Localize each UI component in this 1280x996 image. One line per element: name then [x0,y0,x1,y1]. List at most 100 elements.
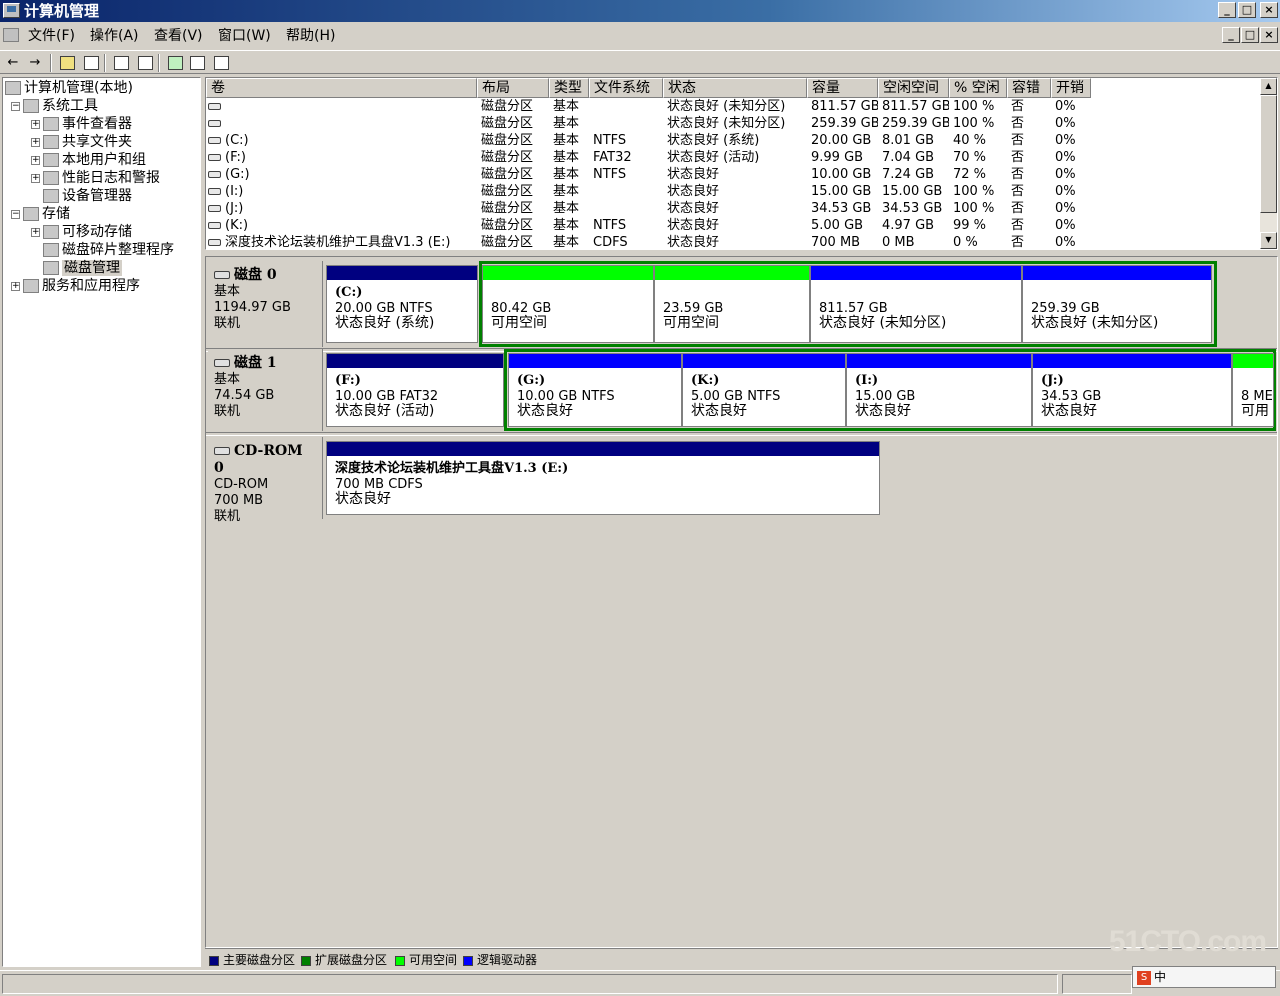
child-close-button[interactable]: × [1260,27,1278,43]
child-restore-button[interactable]: □ [1241,27,1259,43]
volume-row[interactable]: (C:) 磁盘分区 基本 NTFS 状态良好 (系统) 20.00 GB 8.01 GB 40… [206,132,1261,149]
column-header[interactable]: 文件系统 [589,78,663,98]
collapse-icon[interactable]: − [11,209,20,219]
column-header[interactable]: 容量 [807,78,878,98]
tree-item[interactable]: + 服务和应用程序 [11,277,140,295]
ime-mode[interactable]: 中 [1154,970,1166,984]
volume-row[interactable]: (K:) 磁盘分区 基本 NTFS 状态良好 5.00 GB 4.97 GB 99 % 否 0% [206,217,1261,234]
volume-row[interactable]: (F:) 磁盘分区 基本 FAT32 状态良好 (活动) 9.99 GB 7.04 GB 70… [206,149,1261,166]
partition-status: 可用 [1241,403,1269,419]
menu-file[interactable]: 文件(F) [24,27,79,45]
tree-item[interactable]: + 性能日志和警报 [31,169,160,187]
scroll-up-icon[interactable]: ▲ [1260,78,1277,95]
tree-item[interactable]: 磁盘管理 [31,259,122,277]
partition-block[interactable]: 8 ME 可用 [1232,353,1274,427]
column-header[interactable]: 状态 [663,78,807,98]
disk-label[interactable]: 磁盘 1 基本 74.54 GB 联机 [208,349,323,431]
console-tree[interactable]: 计算机管理(本地) − 系统工具 + 事件查看器 + 共享文件夹 + 本地用户和组 + 性能日志和警… [2,77,201,967]
cell-text: 0% [1055,116,1076,131]
vertical-scrollbar[interactable]: ▲ ▼ [1260,78,1277,249]
partition-block[interactable]: 深度技术论坛装机维护工具盘V1.3 (E:) 700 MB CDFS 状态良好 [326,441,880,515]
volume-row[interactable]: 深度技术论坛装机维护工具盘V1.3 (E:) 磁盘分区 基本 CDFS 状态良好 700 … [206,234,1261,250]
volume-row[interactable]: (J:) 磁盘分区 基本 状态良好 34.53 GB 34.53 GB 100 % 否 0% [206,200,1261,217]
forward-arrow-icon[interactable]: → [24,53,46,73]
disk-label[interactable]: CD-ROM 0 CD-ROM 700 MB 联机 [208,437,323,524]
partition-block[interactable]: (C:) 20.00 GB NTFS 状态良好 (系统) [326,265,478,343]
disk-label[interactable]: 磁盘 0 基本 1194.97 GB 联机 [208,261,323,347]
volume-row[interactable]: 磁盘分区 基本 状态良好 (未知分区) 259.39 GB 259.39 GB 100 %… [206,115,1261,132]
partition-block[interactable]: 811.57 GB 状态良好 (未知分区) [810,265,1022,343]
menu-action[interactable]: 操作(A) [86,27,143,45]
column-header[interactable]: 布局 [477,78,549,98]
partition-block[interactable]: 23.59 GB 可用空间 [654,265,810,343]
volume-row[interactable]: 磁盘分区 基本 状态良好 (未知分区) 811.57 GB 811.57 GB 100 %… [206,98,1261,115]
column-header[interactable]: 卷 [206,78,477,98]
partition-size: 15.00 GB [855,389,916,404]
volume-cell: 否 [1011,149,1051,166]
tree-node-icon [43,117,59,131]
partition-block[interactable]: (K:) 5.00 GB NTFS 状态良好 [682,353,846,427]
scroll-down-icon[interactable]: ▼ [1260,232,1277,249]
partition-block[interactable]: (J:) 34.53 GB 状态良好 [1032,353,1232,427]
menu-view[interactable]: 查看(V) [150,27,207,45]
volume-row[interactable]: (G:) 磁盘分区 基本 NTFS 状态良好 10.00 GB 7.24 GB 72 % 否 0% [206,166,1261,183]
menu-help[interactable]: 帮助(H) [282,27,339,45]
tree-item[interactable]: + 事件查看器 [31,115,132,133]
partition-color-bar [1233,354,1273,368]
expand-icon[interactable]: + [31,227,40,237]
column-header[interactable]: 开销 [1051,78,1091,98]
cell-text: 100 % [953,99,995,114]
partition-block[interactable]: 80.42 GB 可用空间 [482,265,654,343]
help-icon[interactable] [134,53,156,73]
expand-icon[interactable]: + [31,119,40,129]
legend-item: 可用空间 [395,951,457,969]
tree-item[interactable]: + 可移动存储 [31,223,132,241]
expand-icon[interactable]: + [31,137,40,147]
tree-item[interactable]: 计算机管理(本地) [5,79,133,97]
properties-icon[interactable] [110,53,132,73]
menu-window[interactable]: 窗口(W) [214,27,275,45]
show-hide-tree-icon[interactable] [80,53,102,73]
minimize-button[interactable]: _ [1218,2,1236,18]
disk-graphical-view[interactable]: 磁盘 0 基本 1194.97 GB 联机 (C:) 20.00 GB NTFS 状态良好 … [205,256,1278,948]
up-folder-icon[interactable] [56,53,78,73]
legend-swatch-icon [463,955,473,966]
maximize-button[interactable]: □ [1238,2,1256,18]
child-window-icon[interactable] [3,28,19,42]
refresh-icon[interactable] [164,53,186,73]
volume-row[interactable]: (I:) 磁盘分区 基本 状态良好 15.00 GB 15.00 GB 100 % 否 0% [206,183,1261,200]
tree-item[interactable]: − 系统工具 [11,97,98,115]
scroll-thumb[interactable] [1260,95,1277,213]
partition-block[interactable]: (G:) 10.00 GB NTFS 状态良好 [508,353,682,427]
collapse-icon[interactable]: − [11,101,20,111]
cell-text: 0% [1055,150,1076,165]
volume-cell: 基本 [553,200,589,217]
back-arrow-icon[interactable]: ← [2,53,24,73]
cell-text: 否 [1011,99,1025,114]
child-minimize-button[interactable]: _ [1222,27,1240,43]
column-header[interactable]: % 空闲 [949,78,1007,98]
export-list-icon[interactable] [186,53,208,73]
column-header[interactable]: 空闲空间 [878,78,949,98]
volume-cell: (F:) [208,149,475,166]
partition-block[interactable]: (F:) 10.00 GB FAT32 状态良好 (活动) [326,353,504,427]
partition-block[interactable]: 259.39 GB 状态良好 (未知分区) [1022,265,1212,343]
tree-item[interactable]: 设备管理器 [31,187,132,205]
expand-icon[interactable]: + [31,173,40,183]
cell-text: 深度技术论坛装机维护工具盘V1.3 (E:) [225,235,451,250]
close-button[interactable]: × [1260,2,1278,18]
expand-icon[interactable]: + [31,155,40,165]
tree-item[interactable]: + 本地用户和组 [31,151,146,169]
ime-toolbar[interactable]: S中 [1132,966,1276,988]
title-bar[interactable]: 计算机管理 _ □ × [0,0,1280,22]
volume-cell: 259.39 GB [811,115,878,132]
tree-item[interactable]: + 共享文件夹 [31,133,132,151]
tree-item[interactable]: 磁盘碎片整理程序 [31,241,174,259]
expand-icon[interactable]: + [11,281,20,291]
partition-block[interactable]: (I:) 15.00 GB 状态良好 [846,353,1032,427]
column-header[interactable]: 类型 [549,78,589,98]
column-header[interactable]: 容错 [1007,78,1051,98]
tree-item[interactable]: − 存储 [11,205,70,223]
settings-icon[interactable] [210,53,232,73]
volume-list[interactable]: 卷布局 类型 文件系统 状态 容量 空闲空间% 空闲 容错 开销 磁盘分区 基本 状态良好 (未知… [205,77,1278,250]
